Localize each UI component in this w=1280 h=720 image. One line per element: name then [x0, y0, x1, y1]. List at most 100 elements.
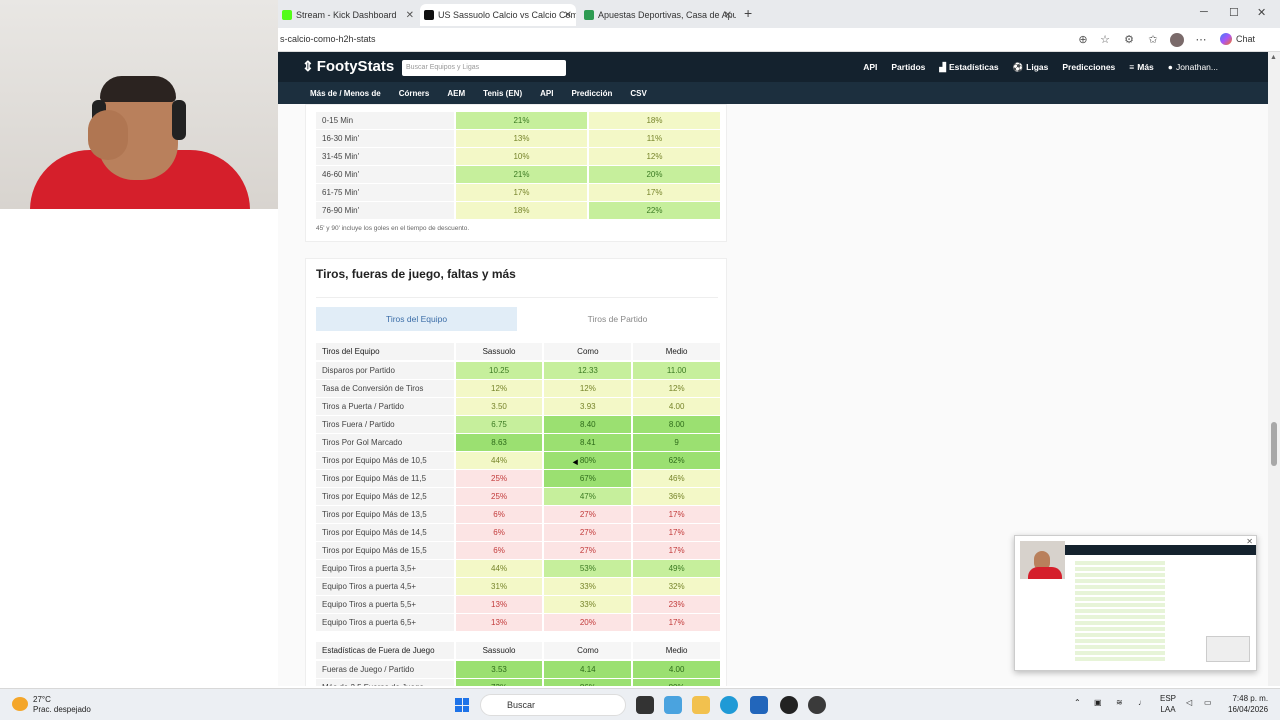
favorite-star-icon[interactable]: ☆: [1098, 33, 1112, 47]
tab-sassuolo-como[interactable]: US Sassuolo Calcio vs Calcio Como ✕: [420, 4, 576, 26]
task-view-icon[interactable]: [636, 696, 654, 714]
stat-value: 53%: [544, 560, 632, 577]
stat-value: 12%: [455, 380, 543, 397]
tab-apuestas[interactable]: Apuestas Deportivas, Casa de Apu ✕: [580, 4, 736, 26]
profile-avatar[interactable]: [1170, 33, 1184, 47]
nav-predicciones[interactable]: Predicciones: [1062, 62, 1115, 72]
chat-button[interactable]: Chat: [1220, 33, 1255, 45]
taskbar-search[interactable]: Buscar: [480, 694, 626, 716]
nav-partidos[interactable]: Partidos: [891, 62, 925, 72]
language-indicator[interactable]: ESP LAA: [1160, 693, 1176, 715]
row-label: Tiros por Equipo Más de 15,5: [316, 542, 454, 559]
column-header: Como: [544, 343, 632, 360]
windows-taskbar: 27°C Prac. despejado ⌕ Buscar ⌃ ▣ ≋ ♩ ES…: [0, 688, 1280, 720]
site-search-input[interactable]: Buscar Equipos y Ligas: [402, 60, 566, 76]
goals-by-time-card: 0-15 Min 21% 18% 16-30 Min' 13% 11% 31-45 Min'…: [305, 104, 727, 242]
table-row: 31-45 Min' 10% 12%: [316, 148, 720, 165]
stream-preview-window[interactable]: ✕: [1014, 535, 1257, 671]
table-row: Fueras de Juego / Partido 3.53 4.14 4.00: [316, 661, 721, 678]
weather-sun-icon[interactable]: [12, 697, 28, 711]
stat-value: 8.41: [544, 434, 632, 451]
tab-label: Stream - Kick Dashboard: [296, 10, 397, 20]
shots-card: Tiros, fueras de juego, faltas y más Tir…: [305, 258, 727, 686]
row-label: 76-90 Min': [316, 202, 454, 219]
table-row: 76-90 Min' 18% 22%: [316, 202, 720, 219]
subnav-api[interactable]: API: [540, 89, 553, 98]
team-b-value: 20%: [589, 166, 720, 183]
chevron-up-icon[interactable]: ⌃: [1074, 698, 1081, 707]
extensions-icon[interactable]: ⚙: [1122, 33, 1136, 47]
network-icon[interactable]: ≋: [1116, 698, 1123, 707]
close-icon[interactable]: ✕: [564, 10, 572, 21]
footystats-logo[interactable]: ⇕ FootyStats: [302, 58, 394, 75]
table-row: 61-75 Min' 17% 17%: [316, 184, 720, 201]
subnav-mas-menos[interactable]: Más de / Menos de: [310, 89, 381, 98]
stat-value: 3.50: [455, 398, 543, 415]
sub-nav: Más de / Menos de Córners AEM Tenis (EN)…: [278, 82, 1268, 104]
team-a-value: 17%: [456, 184, 587, 201]
tray-app-icon[interactable]: ▣: [1094, 698, 1102, 707]
window-close-icon[interactable]: ✕: [1257, 6, 1266, 19]
header-label: Estadísticas de Fuera de Juego: [316, 642, 454, 659]
stat-value: 8.63: [455, 434, 543, 451]
subnav-prediccion[interactable]: Predicción: [571, 89, 612, 98]
media-player-icon[interactable]: [808, 696, 826, 714]
tab-team-shots[interactable]: Tiros del Equipo: [316, 307, 517, 331]
close-icon[interactable]: ✕: [1246, 537, 1253, 546]
column-header: Como: [544, 642, 632, 659]
nav-mas[interactable]: ≡ Más: [1129, 62, 1154, 72]
stat-value: 25%: [455, 470, 543, 487]
table-row: Tiros Por Gol Marcado 8.63 8.41 9: [316, 434, 721, 451]
nav-estadisticas[interactable]: ▟ Estadísticas: [939, 62, 998, 73]
stat-value: 80%: [633, 679, 721, 686]
close-icon[interactable]: ✕: [406, 10, 414, 21]
nav-user[interactable]: ● Jonathan...: [1168, 62, 1218, 72]
subnav-tenis[interactable]: Tenis (EN): [483, 89, 522, 98]
stat-value: 73%: [455, 679, 543, 686]
team-b-value: 17%: [589, 184, 720, 201]
nav-api[interactable]: API: [863, 62, 877, 72]
row-label: 0-15 Min: [316, 112, 454, 129]
stat-value: 11.00: [633, 362, 721, 379]
stat-value: 3.93: [544, 398, 632, 415]
microphone-icon[interactable]: ♩: [1138, 698, 1146, 707]
subnav-aem[interactable]: AEM: [447, 89, 465, 98]
favorites-icon[interactable]: ✩: [1146, 33, 1160, 47]
more-menu-icon[interactable]: ⋯: [1194, 33, 1208, 47]
scroll-up-icon[interactable]: ▲: [1270, 54, 1277, 61]
stat-value: 4.00: [633, 661, 721, 678]
new-tab-icon[interactable]: +: [744, 5, 752, 21]
url-field[interactable]: s-calcio-como-h2h-stats: [280, 34, 376, 44]
subnav-corners[interactable]: Córners: [399, 89, 430, 98]
tab-match-shots[interactable]: Tiros de Partido: [517, 307, 718, 331]
copilot-icon: [1220, 33, 1232, 45]
minimize-icon[interactable]: ─: [1200, 6, 1208, 18]
scroll-thumb[interactable]: [1271, 422, 1277, 466]
page-scrollbar[interactable]: ▲: [1268, 52, 1280, 686]
table-row: Tiros por Equipo Más de 12,5 25% 47% 36%: [316, 488, 721, 505]
nav-ligas[interactable]: ⚽ Ligas: [1013, 62, 1049, 73]
windows-start-icon[interactable]: [455, 698, 469, 712]
row-label: Tiros a Puerta / Partido: [316, 398, 454, 415]
team-a-value: 21%: [456, 166, 587, 183]
tab-kick-dashboard[interactable]: Stream - Kick Dashboard ✕: [278, 4, 418, 26]
close-icon[interactable]: ✕: [724, 10, 732, 21]
header-label: Tiros del Equipo: [316, 343, 454, 360]
edge-icon[interactable]: [720, 696, 738, 714]
volume-icon[interactable]: ◁: [1186, 698, 1192, 707]
system-clock[interactable]: 7:48 p. m. 16/04/2026: [1228, 693, 1268, 715]
reader-icon[interactable]: ⊕: [1076, 33, 1090, 47]
table-row: Tasa de Conversión de Tiros 12% 12% 12%: [316, 380, 721, 397]
subnav-csv[interactable]: CSV: [630, 89, 646, 98]
copilot-app-icon[interactable]: [664, 696, 682, 714]
store-icon[interactable]: [750, 696, 768, 714]
weather-widget[interactable]: 27°C Prac. despejado: [33, 695, 91, 715]
stat-value: 3.53: [455, 661, 543, 678]
stat-value: 6%: [455, 524, 543, 541]
obs-icon[interactable]: [780, 696, 798, 714]
maximize-icon[interactable]: ☐: [1229, 6, 1239, 19]
stat-value: 36%: [633, 488, 721, 505]
file-explorer-icon[interactable]: [692, 696, 710, 714]
stat-value: 12.33: [544, 362, 632, 379]
battery-icon[interactable]: ▭: [1204, 698, 1212, 707]
